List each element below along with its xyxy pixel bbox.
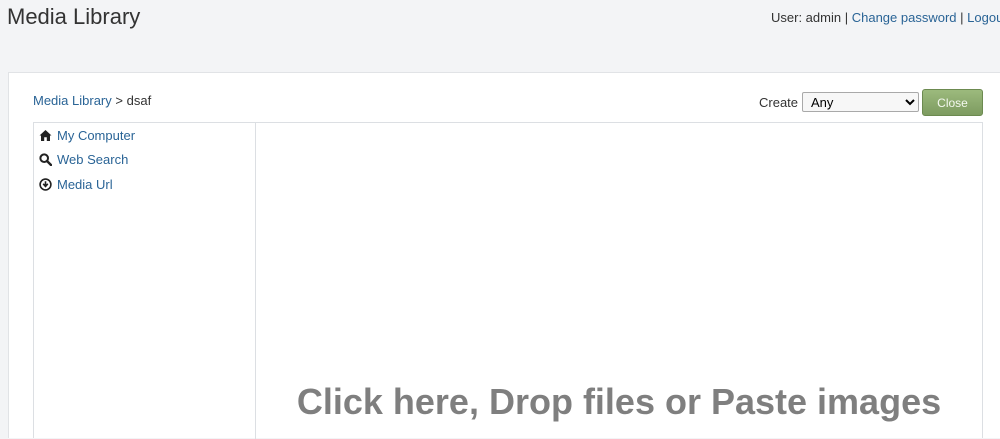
separator: | <box>960 10 964 25</box>
sidebar-item-label: My Computer <box>57 127 136 143</box>
download-circle-icon <box>39 177 52 191</box>
dropzone-text: Click here, Drop files or Paste images <box>296 381 942 422</box>
media-browser: My Computer Web Search Media Url Click h… <box>33 122 983 439</box>
top-bar: Media Library User: admin | Change passw… <box>0 0 1000 72</box>
breadcrumb-root-link[interactable]: Media Library <box>33 93 112 108</box>
user-label: User: admin <box>771 10 842 25</box>
breadcrumb: Media Library > dsaf <box>33 93 151 108</box>
user-bar: User: admin | Change password | Logout <box>771 10 1000 25</box>
close-button[interactable]: Close <box>922 89 983 116</box>
change-password-link[interactable]: Change password <box>852 10 957 25</box>
upload-dropzone[interactable]: Click here, Drop files or Paste images <box>256 123 982 439</box>
breadcrumb-current: dsaf <box>126 93 152 108</box>
separator: | <box>844 10 849 25</box>
home-icon <box>39 129 52 142</box>
sidebar-item-label: Media Url <box>57 176 113 192</box>
breadcrumb-separator: > <box>115 93 123 108</box>
logout-link[interactable]: Logout <box>967 10 1000 25</box>
source-sidebar: My Computer Web Search Media Url <box>34 123 256 439</box>
search-icon <box>39 152 53 166</box>
app-title: Media Library <box>7 4 141 29</box>
sidebar-item-label: Web Search <box>57 151 129 167</box>
media-library-panel: Media Library > dsaf Create Any Close My… <box>8 72 1000 439</box>
sidebar-item-my-computer[interactable]: My Computer <box>39 126 135 144</box>
create-type-select[interactable]: Any <box>802 92 919 112</box>
create-label: Create <box>759 95 799 110</box>
sidebar-item-media-url[interactable]: Media Url <box>39 175 113 193</box>
sidebar-item-web-search[interactable]: Web Search <box>39 150 128 168</box>
